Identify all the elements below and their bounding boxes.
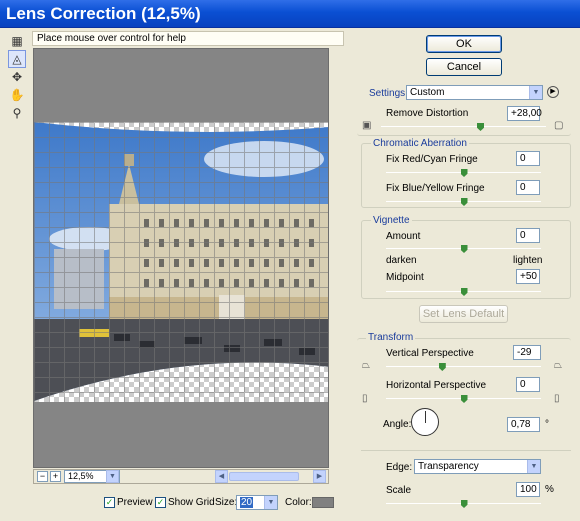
angle-label: Angle: [383, 419, 412, 430]
angle-dial-needle [425, 411, 426, 423]
vignette-amount-field[interactable]: 0 [516, 228, 540, 243]
vertical-perspective-slider[interactable] [386, 366, 541, 367]
straighten-tool-icon[interactable]: ◬ [8, 50, 26, 68]
grid-size-label: Size: [215, 497, 238, 508]
horizontal-perspective-icon: ▯ [362, 393, 368, 404]
zoom-out-button[interactable]: − [37, 471, 48, 482]
angle-unit: ° [545, 419, 549, 430]
grid-color-swatch[interactable] [312, 497, 334, 508]
hand-tool-icon[interactable]: ✋ [8, 86, 26, 104]
angle-field[interactable]: 0,78 [507, 417, 540, 432]
zoom-in-button[interactable]: + [50, 471, 61, 482]
vignette-title: Vignette [371, 215, 412, 226]
preview-canvas[interactable] [33, 48, 329, 468]
fix-blue-yellow-label: Fix Blue/Yellow Fringe [386, 183, 485, 194]
window-title: Lens Correction (12,5%) [0, 0, 580, 28]
barrel-icon: ▢ [554, 120, 564, 131]
grid-size-select[interactable]: 20 ▼ [236, 495, 278, 510]
show-grid-checkbox[interactable]: ✓ [155, 497, 166, 508]
horizontal-perspective-field[interactable]: 0 [516, 377, 540, 392]
horizontal-perspective-inverse-icon: ▯ [554, 393, 560, 404]
edge-label: Edge: [386, 462, 413, 473]
chevron-down-icon[interactable]: ▼ [106, 470, 119, 483]
horizontal-perspective-label: Horizontal Perspective [386, 380, 487, 391]
remove-distortion-tool-icon[interactable]: ▦ [8, 32, 26, 50]
zoom-tool-icon[interactable]: ⚲ [8, 104, 26, 122]
zoom-level-select[interactable]: 12,5% ▼ [64, 470, 120, 483]
pincushion-icon: ▣ [362, 120, 372, 131]
preview-checkbox[interactable]: ✓ [104, 497, 115, 508]
edge-select[interactable]: Transparency ▼ [414, 459, 541, 474]
scale-label: Scale [386, 485, 412, 496]
set-lens-default-button[interactable]: Set Lens Default [419, 305, 508, 323]
lighten-label: lighten [513, 255, 543, 266]
chevron-down-icon[interactable]: ▼ [527, 460, 540, 473]
zoom-level-value: 12,5% [68, 471, 94, 481]
transform-title: Transform [366, 332, 416, 343]
preview-grid [34, 122, 328, 402]
fix-red-cyan-field[interactable]: 0 [516, 151, 540, 166]
vertical-perspective-field[interactable]: -29 [513, 345, 541, 360]
horizontal-scroll-thumb[interactable] [229, 472, 299, 481]
angle-dial[interactable] [411, 408, 439, 436]
show-grid-label: Show Grid [168, 497, 215, 508]
vertical-perspective-icon: ⏢ [362, 360, 370, 371]
preview-label: Preview [117, 497, 153, 508]
scale-field[interactable]: 100 [516, 482, 540, 497]
grid-color-label: Color: [285, 497, 312, 508]
grid-size-value: 20 [240, 497, 254, 508]
remove-distortion-field[interactable]: +28,00 [507, 106, 542, 121]
fix-blue-yellow-field[interactable]: 0 [516, 180, 540, 195]
vertical-perspective-inverse-icon: ⏢ [554, 360, 562, 371]
fix-red-cyan-label: Fix Red/Cyan Fringe [386, 154, 478, 165]
remove-distortion-slider[interactable] [381, 126, 546, 127]
move-grid-tool-icon[interactable]: ✥ [8, 68, 26, 86]
ok-button[interactable]: OK [426, 35, 502, 53]
scroll-left-button[interactable]: ◀ [215, 470, 228, 483]
chevron-down-icon[interactable]: ▼ [264, 496, 277, 509]
darken-label: darken [386, 255, 417, 266]
remove-distortion-label: Remove Distortion [386, 108, 469, 119]
scale-unit: % [545, 484, 554, 495]
preview-navigation-bar: − + 12,5% ▼ ◀ ▶ [33, 469, 329, 484]
midpoint-field[interactable]: +50 [516, 269, 540, 284]
vertical-perspective-label: Vertical Perspective [386, 348, 474, 359]
help-text: Place mouse over control for help [32, 31, 344, 46]
divider [361, 450, 571, 451]
chromatic-aberration-title: Chromatic Aberration [371, 138, 469, 149]
edge-value: Transparency [418, 461, 479, 472]
scroll-right-button[interactable]: ▶ [313, 470, 326, 483]
cancel-button[interactable]: Cancel [426, 58, 502, 76]
vignette-amount-label: Amount [386, 231, 421, 242]
midpoint-label: Midpoint [386, 272, 424, 283]
